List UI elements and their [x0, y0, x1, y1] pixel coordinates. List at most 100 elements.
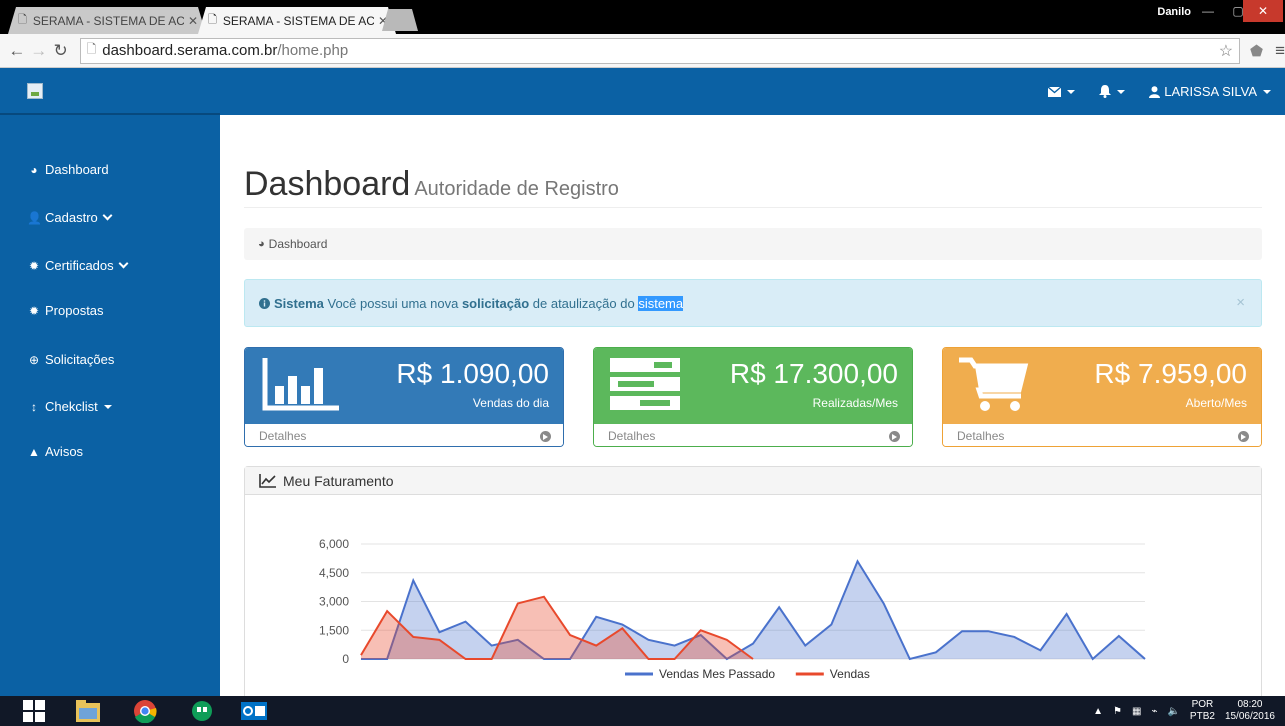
y-tick-label: 3,000 [319, 595, 349, 609]
clock-time: 08:20 [1237, 699, 1263, 710]
breadcrumb-item[interactable]: Dashboard [269, 237, 328, 251]
sidebar-item-dashboard[interactable]: ◕ Dashboard [27, 162, 108, 177]
reload-icon[interactable]: ↻ [50, 41, 72, 61]
forward-arrow-icon[interactable]: → [28, 41, 50, 61]
messages-dropdown[interactable] [1048, 86, 1076, 97]
revenue-chart: 6,000 4,500 3,000 1,500 0 Vendas Mes Passado V… [319, 537, 1146, 681]
navbar-right: LARISSA SILVA [1048, 68, 1271, 115]
system-tray: ▲ ⚑ ▦ ⌁ 🔈 POR PTB2 08:20 15/06/2016 [1093, 696, 1275, 726]
sidebar-item-label: Certificados [45, 258, 114, 273]
minimize-button[interactable]: — [1193, 0, 1223, 22]
language-indicator[interactable]: POR PTB2 [1190, 699, 1215, 723]
life-ring-icon: ⊕ [28, 352, 40, 367]
user-dropdown[interactable]: LARISSA SILVA [1149, 84, 1271, 99]
browser-tab-strip: 🗋 SERAMA - SISTEMA DE AC ✕ 🗋 SERAMA - SI… [0, 0, 1285, 34]
chart-title: Meu Faturamento [283, 472, 394, 489]
menu-icon[interactable]: ≡ [1275, 41, 1285, 61]
sidebar-item-label: Cadastro [45, 210, 98, 225]
alerts-dropdown[interactable] [1099, 85, 1126, 98]
browser-tab[interactable]: 🗋 SERAMA - SISTEMA DE AC ✕ [8, 7, 206, 34]
sidebar-item-cadastro[interactable]: 👤 Cadastro [27, 210, 113, 225]
arrow-circle-right-icon [889, 430, 900, 442]
page-title: Dashboard Autoridade de Registro [244, 165, 1262, 204]
stat-panel-heading: R$ 1.090,00 Vendas do dia [245, 348, 563, 424]
warning-icon: ▲ [28, 444, 40, 459]
power-icon[interactable]: ⌁ [1151, 706, 1157, 717]
url-input[interactable]: 🗋 dashboard.serama.com.br/home.php ☆ [79, 37, 1241, 64]
user-plus-icon: 👤 [27, 210, 42, 225]
sidebar-item-avisos[interactable]: ▲ Avisos [27, 444, 83, 459]
address-bar: ← → ↻ 🗋 dashboard.serama.com.br/home.php… [0, 34, 1285, 68]
chart-panel: Meu Faturamento 6,000 4,500 3,000 1,500 0 Ven… [244, 466, 1262, 706]
os-taskbar: ▲ ⚑ ▦ ⌁ 🔈 POR PTB2 08:20 15/06/2016 [0, 696, 1285, 726]
chrome-button[interactable] [125, 698, 165, 724]
stat-value: R$ 7.959,00 [1094, 358, 1247, 389]
sort-icon: ↕ [31, 399, 37, 414]
flag-icon[interactable]: ⚑ [1113, 706, 1122, 717]
y-tick-label: 1,500 [319, 623, 349, 637]
legend-label: Vendas [830, 667, 870, 681]
page-icon: 🗋 [208, 14, 217, 26]
stat-panel-heading: R$ 17.300,00 Realizadas/Mes [594, 348, 912, 424]
details-link[interactable]: Detalhes [245, 424, 563, 446]
alert-highlight: sistema [638, 295, 684, 311]
sidebar-item-solicitacoes[interactable]: ⊕ Solicitações [27, 352, 114, 367]
chevron-down-icon [118, 258, 129, 269]
sidebar-item-certificados[interactable]: ✹ Certificados [27, 258, 129, 273]
info-circle-icon [259, 297, 270, 309]
extension-icon[interactable]: ⬟ [1250, 42, 1263, 60]
stat-value: R$ 1.090,00 [396, 358, 549, 389]
hangouts-icon [192, 701, 212, 721]
caret-down-icon [1117, 89, 1126, 94]
sidebar-item-label: Propostas [45, 303, 104, 318]
sidebar-item-checklist[interactable]: ↕ Chekclist [27, 399, 112, 414]
sidebar-item-label: Chekclist [45, 399, 98, 414]
network-icon[interactable]: ▦ [1132, 706, 1141, 717]
hangouts-button[interactable] [182, 698, 222, 724]
main-content: Dashboard Autoridade de Registro ◕ Dashbo… [220, 115, 1285, 706]
user-icon [1149, 85, 1161, 98]
caret-down-icon [1067, 89, 1076, 94]
stat-panel-heading: R$ 7.959,00 Aberto/Mes [943, 348, 1261, 424]
brand-logo-broken-image[interactable] [27, 83, 43, 99]
y-tick-label: 6,000 [319, 537, 349, 551]
folder-icon [76, 700, 100, 722]
url-path: /home.php [277, 42, 349, 59]
new-tab-button[interactable] [382, 9, 418, 31]
clock[interactable]: 08:20 15/06/2016 [1225, 699, 1275, 723]
certificate-icon: ✹ [28, 258, 40, 273]
sidebar-item-label: Solicitações [45, 352, 115, 367]
user-name: LARISSA SILVA [1164, 84, 1257, 99]
details-link[interactable]: Detalhes [943, 424, 1261, 446]
bookmark-star-icon[interactable]: ☆ [1219, 41, 1233, 61]
alert-strong-2: solicitação [461, 295, 530, 311]
page-header: Dashboard Autoridade de Registro [244, 165, 1262, 208]
y-tick-label: 4,500 [319, 566, 349, 580]
stat-label: Vendas do dia [472, 396, 549, 410]
windows-start-button[interactable] [14, 698, 54, 724]
bar-chart-icon [262, 358, 339, 411]
info-alert: Sistema Você possui uma nova solicitação… [244, 279, 1262, 327]
back-arrow-icon[interactable]: ← [6, 41, 28, 61]
tachometer-icon: ◕ [30, 162, 38, 177]
outlook-button[interactable] [234, 698, 274, 724]
file-explorer-button[interactable] [68, 698, 108, 724]
browser-tab-active[interactable]: 🗋 SERAMA - SISTEMA DE AC ✕ [198, 7, 396, 34]
window-close-button[interactable]: ✕ [1243, 0, 1283, 22]
sidebar-item-propostas[interactable]: ✹ Propostas [27, 303, 104, 318]
close-icon[interactable]: ✕ [188, 14, 198, 28]
window-user[interactable]: Danilo [1157, 6, 1191, 18]
tray-expand-icon[interactable]: ▲ [1093, 706, 1103, 717]
certificate-icon: ✹ [28, 303, 40, 318]
url-host: dashboard.serama.com.br [102, 42, 278, 59]
close-icon[interactable]: × [1236, 294, 1245, 311]
volume-muted-icon[interactable]: 🔈 [1167, 706, 1179, 717]
details-link[interactable]: Detalhes [594, 424, 912, 446]
alert-text: Você possui uma nova [327, 295, 459, 311]
sidebar-item-label: Avisos [45, 444, 84, 459]
arrow-circle-right-icon [540, 430, 551, 442]
stat-panel-realizadas: R$ 17.300,00 Realizadas/Mes Detalhes [593, 347, 913, 447]
tachometer-icon: ◕ [258, 238, 265, 250]
stat-value: R$ 17.300,00 [729, 358, 898, 389]
windows-logo-icon [23, 700, 45, 722]
